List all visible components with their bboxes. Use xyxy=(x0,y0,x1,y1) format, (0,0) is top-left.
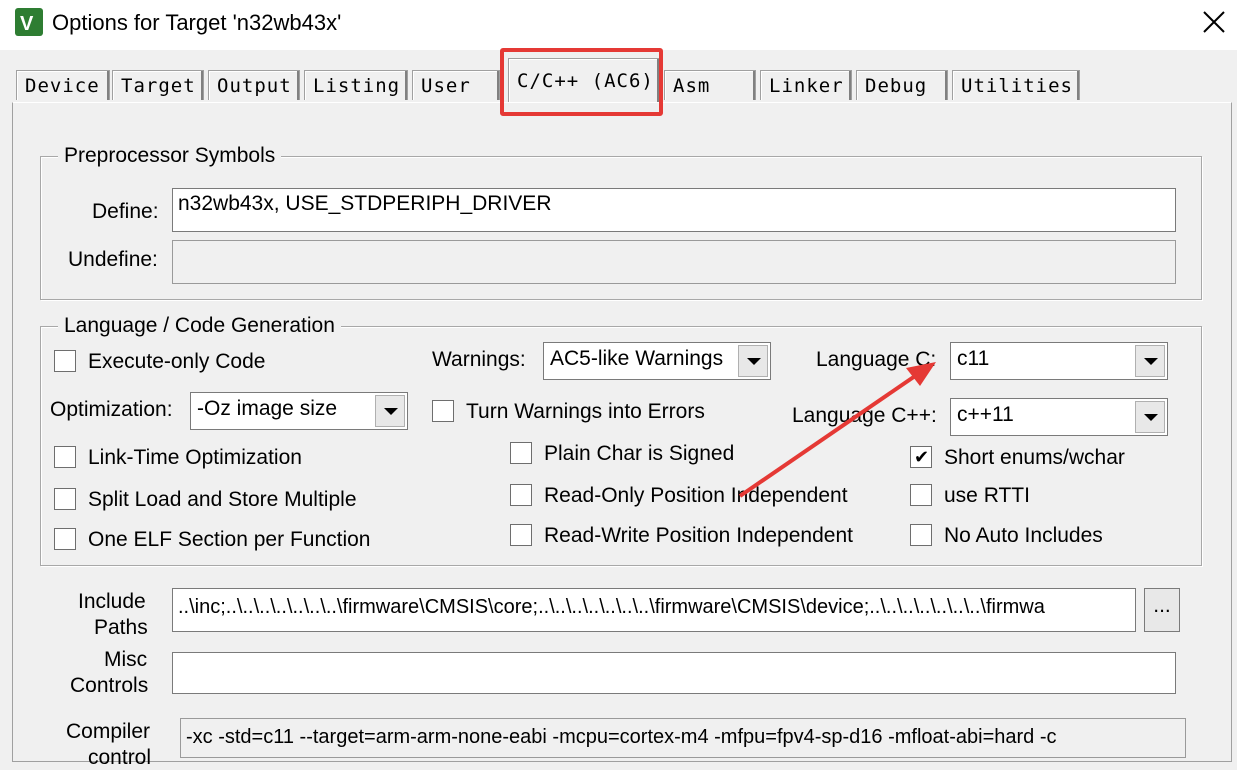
annotation-arrow-icon xyxy=(738,362,936,498)
